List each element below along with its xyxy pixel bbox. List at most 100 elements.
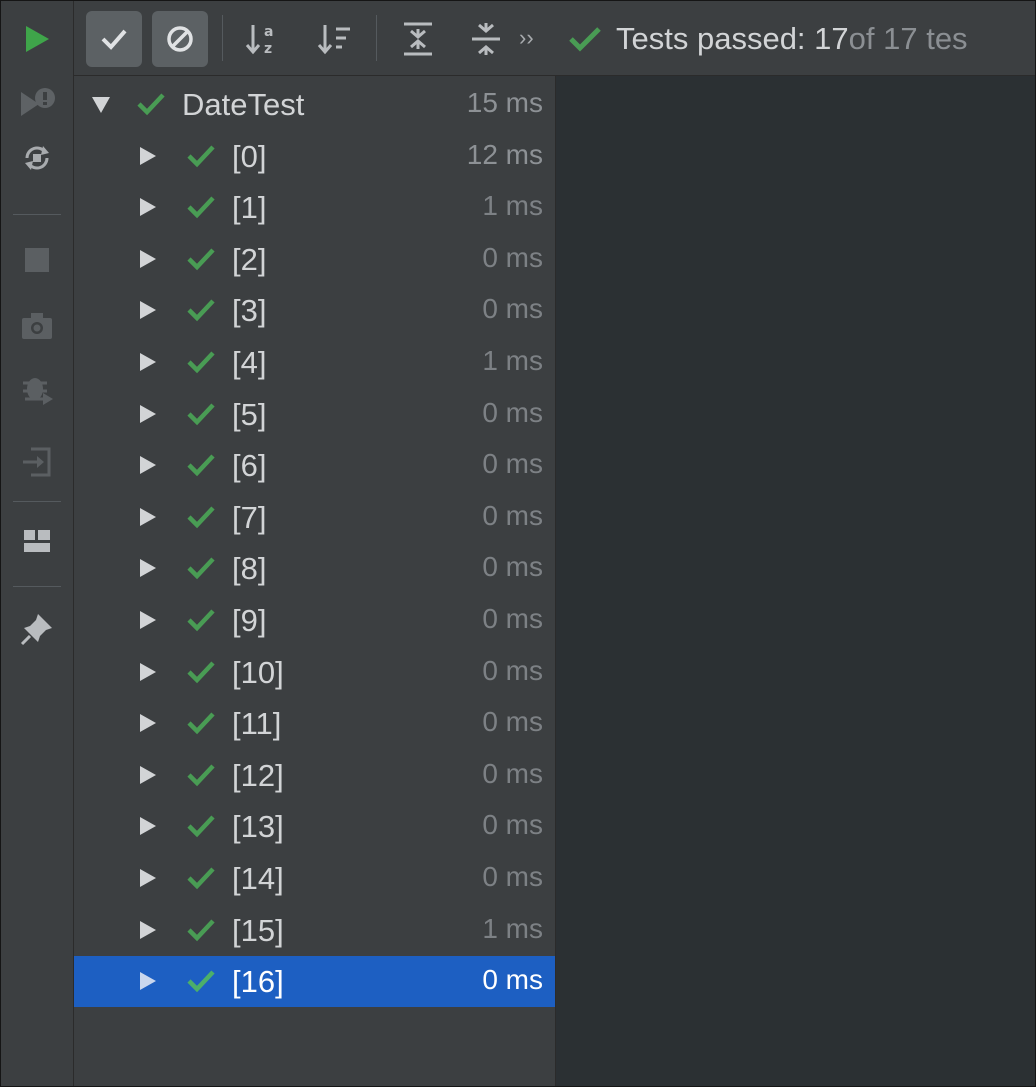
collapsed-arrow-icon[interactable]: [136, 506, 158, 528]
tree-child-label: [3]: [232, 293, 267, 328]
tree-child-label: [0]: [232, 139, 267, 174]
collapsed-arrow-icon[interactable]: [136, 557, 158, 579]
collapsed-arrow-icon[interactable]: [136, 867, 158, 889]
toolbar-separator: [13, 501, 61, 502]
show-ignored-toggle[interactable]: [152, 11, 208, 67]
collapsed-arrow-icon[interactable]: [136, 712, 158, 734]
tree-child-time: 0 ms: [482, 448, 543, 479]
tree-child-row[interactable]: [11] 0 ms: [74, 698, 555, 749]
show-passed-toggle[interactable]: [86, 11, 142, 67]
toolbar-separator: [13, 214, 61, 215]
tree-child-label: [9]: [232, 603, 267, 638]
passed-check-icon: [187, 867, 215, 890]
tree-child-row[interactable]: [10] 0 ms: [74, 647, 555, 698]
tree-child-time: 0 ms: [482, 603, 543, 634]
collapsed-arrow-icon[interactable]: [136, 454, 158, 476]
tree-child-time: 12 ms: [466, 139, 543, 170]
tree-child-label: [10]: [232, 655, 284, 690]
tree-child-time: 0 ms: [482, 758, 543, 789]
passed-check-icon: [187, 506, 215, 529]
tree-child-row[interactable]: [9] 0 ms: [74, 595, 555, 646]
toolbar-separator: [222, 15, 223, 61]
pin-icon[interactable]: [1, 604, 73, 654]
layout-icon[interactable]: [1, 516, 73, 566]
collapsed-arrow-icon[interactable]: [136, 145, 158, 167]
ignored-icon: [167, 26, 193, 52]
passed-check-icon: [187, 403, 215, 426]
passed-check-icon: [187, 815, 215, 838]
collapsed-arrow-icon[interactable]: [136, 248, 158, 270]
tree-child-row[interactable]: [4] 1 ms: [74, 337, 555, 388]
collapsed-arrow-icon[interactable]: [136, 403, 158, 425]
passed-check-icon: [187, 454, 215, 477]
expanded-arrow-icon[interactable]: [90, 93, 112, 115]
tree-child-row[interactable]: [7] 0 ms: [74, 492, 555, 543]
tree-child-label: [13]: [232, 809, 284, 844]
tree-child-label: [16]: [232, 964, 284, 999]
passed-check-icon: [187, 299, 215, 322]
collapsed-arrow-icon[interactable]: [136, 609, 158, 631]
tree-child-time: 1 ms: [482, 190, 543, 221]
tree-child-row[interactable]: [14] 0 ms: [74, 853, 555, 904]
tree-child-time: 0 ms: [482, 706, 543, 737]
collapsed-arrow-icon[interactable]: [136, 196, 158, 218]
tree-child-row[interactable]: [8] 0 ms: [74, 543, 555, 594]
status-total-text: of 17 tes: [848, 21, 968, 56]
camera-icon[interactable]: [1, 301, 73, 351]
check-icon: [101, 29, 127, 50]
tree-child-row[interactable]: [2] 0 ms: [74, 234, 555, 285]
expand-all-icon: [404, 22, 432, 56]
tree-child-time: 0 ms: [482, 551, 543, 582]
collapsed-arrow-icon[interactable]: [136, 661, 158, 683]
collapsed-arrow-icon[interactable]: [136, 351, 158, 373]
tree-child-row[interactable]: [1] 1 ms: [74, 182, 555, 233]
toggle-auto-test-icon[interactable]: [1, 133, 73, 183]
status-passed-text: Tests passed: 17: [616, 21, 849, 56]
passed-check-icon: [187, 196, 215, 219]
tree-child-label: [12]: [232, 758, 284, 793]
toolbar-separator: [376, 15, 377, 61]
collapsed-arrow-icon[interactable]: [136, 970, 158, 992]
tree-child-label: [14]: [232, 861, 284, 896]
tree-child-row[interactable]: [3] 0 ms: [74, 285, 555, 336]
tree-child-row[interactable]: [15] 1 ms: [74, 905, 555, 956]
debug-icon[interactable]: [1, 364, 73, 414]
tree-child-time: 0 ms: [482, 964, 543, 995]
sort-alphabetically-button[interactable]: a z: [240, 15, 288, 63]
run-icon[interactable]: [1, 14, 73, 64]
expand-all-button[interactable]: [394, 15, 442, 63]
tree-child-row[interactable]: [12] 0 ms: [74, 750, 555, 801]
tree-child-row[interactable]: [6] 0 ms: [74, 440, 555, 491]
sort-alpha-icon: a z: [245, 24, 273, 57]
tree-child-row[interactable]: [0] 12 ms: [74, 131, 555, 182]
collapsed-arrow-icon[interactable]: [136, 764, 158, 786]
sort-by-duration-button[interactable]: [312, 15, 360, 63]
tree-child-row[interactable]: [5] 0 ms: [74, 389, 555, 440]
export-icon[interactable]: [1, 437, 73, 487]
passed-check-icon: [187, 609, 215, 632]
tree-root-row[interactable]: DateTest 15 ms: [74, 79, 555, 130]
passed-check-icon: [187, 248, 215, 271]
tree-child-label: [8]: [232, 551, 267, 586]
tree-child-label: [7]: [232, 500, 267, 535]
stop-icon[interactable]: [1, 235, 73, 285]
tree-child-time: 0 ms: [482, 809, 543, 840]
sort-duration-icon: [317, 25, 350, 55]
collapsed-arrow-icon[interactable]: [136, 299, 158, 321]
tree-child-time: 0 ms: [482, 500, 543, 531]
tree-child-time: 0 ms: [482, 861, 543, 892]
tree-child-label: [4]: [232, 345, 267, 380]
tree-child-label: [5]: [232, 397, 267, 432]
rerun-failed-icon[interactable]: [1, 77, 73, 127]
tree-child-time: 0 ms: [482, 655, 543, 686]
passed-check-icon: [187, 970, 215, 993]
tree-child-label: [6]: [232, 448, 267, 483]
collapsed-arrow-icon[interactable]: [136, 815, 158, 837]
double-chevron-right-icon[interactable]: ››: [519, 25, 534, 51]
collapsed-arrow-icon[interactable]: [136, 919, 158, 941]
tree-child-row[interactable]: [16] 0 ms: [74, 956, 555, 1007]
collapse-all-button[interactable]: [462, 15, 510, 63]
tree-child-row[interactable]: [13] 0 ms: [74, 801, 555, 852]
passed-check-icon: [187, 661, 215, 684]
test-output-console: [556, 76, 1035, 1086]
